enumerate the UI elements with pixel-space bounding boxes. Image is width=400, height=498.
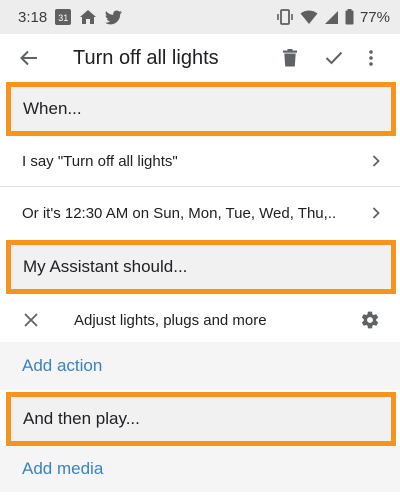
app-actions — [268, 34, 400, 82]
trash-icon — [283, 49, 297, 67]
section-header-play: And then play... — [6, 392, 396, 446]
back-button[interactable] — [0, 34, 58, 82]
section-header-play-label: And then play... — [23, 409, 140, 428]
signal-icon — [324, 10, 338, 24]
status-time: 3:18 — [18, 8, 48, 26]
arrow-back-icon — [20, 50, 37, 66]
section-header-assistant-label: My Assistant should... — [23, 257, 188, 276]
section-header-when-label: When... — [23, 99, 82, 118]
calendar-icon: 31 — [55, 9, 72, 25]
gear-icon — [361, 311, 379, 329]
chevron-right-icon — [372, 207, 380, 219]
remove-action-button[interactable] — [0, 313, 60, 327]
action-label: Adjust lights, plugs and more — [74, 311, 267, 329]
chevron-right-icon — [372, 155, 380, 167]
battery-icon — [345, 9, 354, 25]
action-row[interactable]: Adjust lights, plugs and more — [0, 298, 400, 342]
calendar-day: 31 — [58, 13, 69, 23]
status-left: 3:18 31 — [18, 9, 123, 26]
status-right: 77% — [276, 9, 390, 26]
action-settings-button[interactable] — [340, 310, 400, 330]
more-vert-icon — [369, 50, 373, 66]
check-icon — [325, 51, 343, 65]
divider — [0, 186, 400, 187]
app-bar: Turn off all lights — [0, 34, 400, 82]
section-header-when: When... — [6, 82, 396, 136]
save-button[interactable] — [312, 34, 356, 82]
close-icon — [24, 313, 38, 327]
delete-button[interactable] — [268, 34, 312, 82]
more-options-button[interactable] — [356, 34, 386, 82]
page-title: Turn off all lights — [73, 46, 219, 69]
twitter-icon — [105, 10, 123, 24]
add-media-link[interactable]: Add media — [0, 446, 400, 492]
wifi-icon — [300, 10, 318, 24]
trigger-phrase-row[interactable]: I say "Turn off all lights" — [0, 138, 400, 184]
vibrate-icon — [277, 9, 293, 25]
battery-percent: 77% — [359, 8, 390, 26]
status-bar: 3:18 31 77% — [0, 0, 400, 34]
schedule-label: Or it's 12:30 AM on Sun, Mon, Tue, Wed, … — [22, 204, 337, 222]
schedule-row[interactable]: Or it's 12:30 AM on Sun, Mon, Tue, Wed, … — [0, 190, 400, 236]
trigger-phrase-label: I say "Turn off all lights" — [22, 152, 178, 170]
section-header-assistant: My Assistant should... — [6, 240, 396, 294]
add-action-link[interactable]: Add action — [0, 342, 400, 390]
home-icon — [80, 10, 97, 24]
